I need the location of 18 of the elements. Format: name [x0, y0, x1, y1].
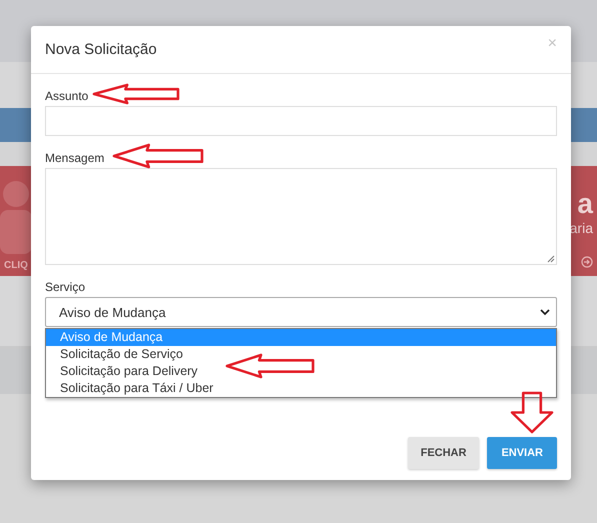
input-field[interactable]	[45, 106, 557, 136]
arrow-circle-icon[interactable]	[581, 256, 593, 268]
chevron-down-icon	[540, 308, 550, 316]
person-icon	[0, 180, 34, 254]
field-label: Assunto	[45, 89, 88, 103]
modal-title: Nova Solicitação	[45, 41, 157, 58]
resize-handle-icon[interactable]	[547, 255, 555, 263]
select-field[interactable]: Aviso de Mudança	[45, 297, 557, 327]
tile-subtitle: aria	[570, 220, 593, 236]
annotation-arrow	[510, 391, 554, 434]
tile-title: a	[577, 190, 593, 218]
dropdown-option[interactable]: Solicitação para Delivery	[46, 363, 556, 380]
field-label: Mensagem	[45, 151, 104, 165]
textarea-field[interactable]	[45, 168, 557, 265]
dropdown-option[interactable]: Solicitação para Táxi / Uber	[46, 380, 556, 397]
field-label: Serviço	[45, 280, 86, 294]
close-button[interactable]: FECHAR	[408, 437, 480, 469]
dropdown-option[interactable]: Solicitação de Serviço	[46, 346, 556, 363]
